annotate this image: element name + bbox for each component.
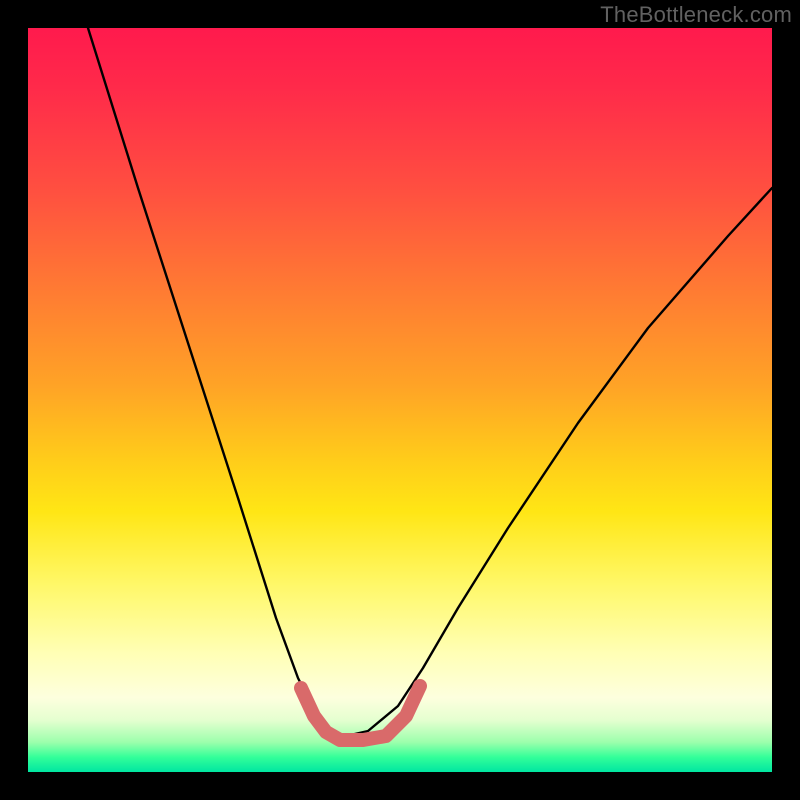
bottleneck-curve — [88, 28, 772, 736]
watermark-text: TheBottleneck.com — [600, 2, 792, 28]
curve-layer — [28, 28, 772, 772]
chart-frame: TheBottleneck.com — [0, 0, 800, 800]
plot-area — [28, 28, 772, 772]
